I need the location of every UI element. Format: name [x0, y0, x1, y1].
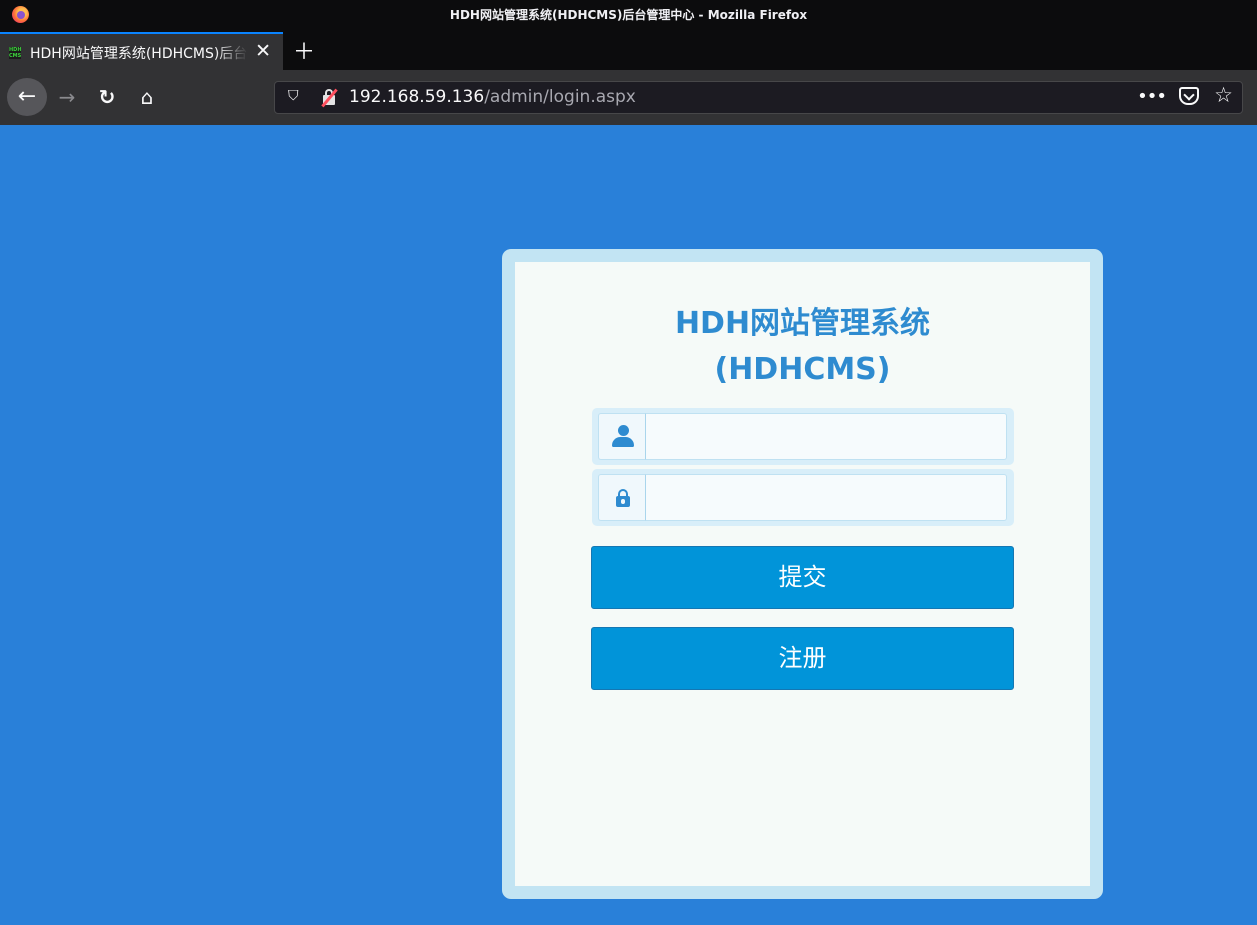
register-button[interactable]: 注册 [591, 627, 1014, 690]
url-path: /admin/login.aspx [484, 87, 636, 107]
login-title-line1: HDH网站管理系统 [674, 306, 931, 341]
user-icon [612, 425, 634, 447]
url-bar[interactable]: ⛉ 192.168.59.136/admin/login.aspx ••• ☆ [274, 81, 1243, 114]
tab-label: HDH网站管理系统(HDHCMS)后台管理中心 [30, 46, 248, 62]
login-panel: HDH网站管理系统 (HDHCMS) 提交 注册 [515, 262, 1090, 886]
home-icon[interactable]: ⌂ [135, 80, 159, 114]
page-actions-menu-icon[interactable]: ••• [1137, 86, 1167, 107]
tab-strip: HDH CMS HDH网站管理系统(HDHCMS)后台管理中心 ✕ ＋ [0, 28, 1257, 70]
url-text[interactable]: 192.168.59.136/admin/login.aspx [349, 87, 636, 107]
username-input[interactable] [646, 413, 1007, 460]
window-titlebar: HDH网站管理系统(HDHCMS)后台管理中心 - Mozilla Firefo… [0, 0, 1257, 28]
login-card: HDH网站管理系统 (HDHCMS) 提交 注册 [502, 249, 1103, 899]
username-group [592, 408, 1014, 465]
pocket-icon[interactable] [1179, 87, 1199, 105]
bookmark-star-icon[interactable]: ☆ [1214, 83, 1233, 107]
reload-icon[interactable]: ↻ [95, 80, 119, 114]
page-content: HDH网站管理系统 (HDHCMS) 提交 注册 [0, 125, 1257, 925]
login-title-line2: (HDHCMS) [714, 352, 891, 387]
back-arrow-icon[interactable]: ← [7, 78, 47, 116]
username-addon [598, 413, 646, 460]
navigation-toolbar: ← → ↻ ⌂ ⛉ 192.168.59.136/admin/login.asp… [0, 70, 1257, 125]
tab-close-icon[interactable]: ✕ [255, 40, 271, 62]
tracking-shield-icon[interactable]: ⛉ [288, 88, 299, 104]
url-host: 192.168.59.136 [349, 87, 485, 107]
password-addon [598, 474, 646, 521]
password-input[interactable] [646, 474, 1007, 521]
site-favicon-icon: HDH CMS [9, 47, 21, 59]
submit-button[interactable]: 提交 [591, 546, 1014, 609]
password-group [592, 469, 1014, 526]
new-tab-icon[interactable]: ＋ [293, 34, 315, 66]
lock-icon [616, 489, 630, 507]
window-title: HDH网站管理系统(HDHCMS)后台管理中心 - Mozilla Firefo… [449, 8, 808, 22]
insecure-lock-icon[interactable] [321, 88, 338, 108]
forward-arrow-icon[interactable]: → [55, 80, 79, 114]
tab-hdhcms[interactable]: HDH CMS HDH网站管理系统(HDHCMS)后台管理中心 ✕ [0, 32, 283, 70]
